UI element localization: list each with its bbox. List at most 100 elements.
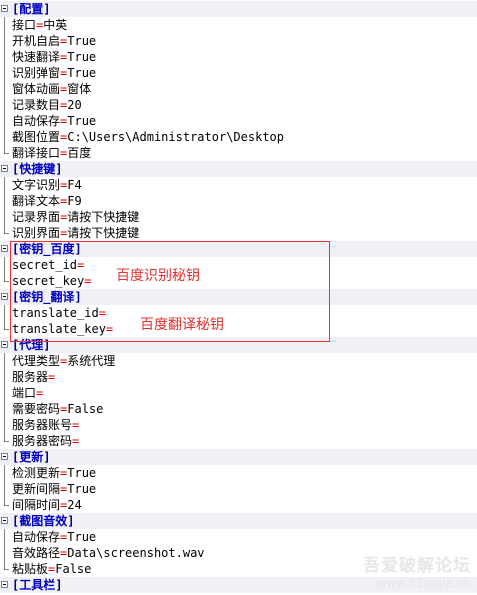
setting-line[interactable]: 截图位置=C:\Users\Administrator\Desktop	[0, 129, 477, 145]
setting-value: 20	[67, 98, 82, 112]
setting-line[interactable]: secret_id=	[0, 257, 477, 273]
setting-line[interactable]: 服务器=	[0, 369, 477, 385]
ini-editor[interactable]: [配置] 接口=中英 开机自启=True 快速翻译=True 识别弹窗=True 窗体动画…	[0, 0, 477, 595]
setting-key: 识别弹窗	[12, 66, 61, 80]
setting-key: 服务器账号	[12, 418, 73, 432]
setting-line[interactable]: 翻译接口=百度	[0, 145, 477, 161]
section-line[interactable]: [快捷键]	[0, 161, 477, 177]
section-line[interactable]: [配置]	[0, 1, 477, 17]
setting-value: 百度	[67, 146, 92, 160]
setting-line[interactable]: 自动保存=True	[0, 529, 477, 545]
setting-line[interactable]: 记录数目=20	[0, 97, 477, 113]
section-line[interactable]: [截图音效]	[0, 513, 477, 529]
setting-value: True	[67, 482, 97, 496]
collapse-toggle-icon[interactable]	[1, 165, 8, 172]
setting-line[interactable]: translate_id=	[0, 305, 477, 321]
setting-entry: 代理类型=系统代理	[12, 353, 115, 369]
fold-line	[4, 369, 5, 385]
close-bracket: ]	[74, 242, 82, 256]
setting-line[interactable]: 检测更新=True	[0, 465, 477, 481]
equals-sign: =	[36, 386, 44, 400]
setting-line[interactable]: 端口=	[0, 385, 477, 401]
setting-value: C:\Users\Administrator\Desktop	[67, 130, 284, 144]
setting-entry: 快速翻译=True	[12, 49, 96, 65]
setting-line[interactable]: 间隔时间=24	[0, 497, 477, 513]
fold-line	[4, 49, 5, 65]
setting-line[interactable]: secret_key=	[0, 273, 477, 289]
setting-line[interactable]: 识别弹窗=True	[0, 65, 477, 81]
fold-end-mark	[4, 281, 9, 282]
setting-value: 请按下快捷键	[67, 226, 140, 240]
section-header: [快捷键]	[12, 161, 62, 177]
setting-key: 端口	[12, 386, 37, 400]
setting-key: 识别界面	[12, 226, 61, 240]
setting-line[interactable]: 识别界面=请按下快捷键	[0, 225, 477, 241]
setting-line[interactable]: 接口=中英	[0, 17, 477, 33]
close-bracket: ]	[67, 514, 75, 528]
equals-sign: =	[72, 418, 80, 432]
collapse-toggle-icon[interactable]	[1, 581, 8, 588]
section-name: 配置	[19, 2, 44, 16]
section-line[interactable]: [密钥_翻译]	[0, 289, 477, 305]
collapse-toggle-icon[interactable]	[1, 517, 8, 524]
setting-value: False	[67, 402, 104, 416]
fold-end-mark	[4, 569, 9, 570]
setting-value: 中英	[43, 18, 68, 32]
setting-line[interactable]: 文字识别=F4	[0, 177, 477, 193]
close-bracket: ]	[43, 338, 51, 352]
fold-end-mark	[4, 329, 9, 330]
fold-line	[4, 129, 5, 145]
setting-line[interactable]: 窗体动画=窗体	[0, 81, 477, 97]
fold-line	[4, 17, 5, 33]
setting-line[interactable]: 服务器密码=	[0, 433, 477, 449]
setting-key: 自动保存	[12, 114, 61, 128]
setting-line[interactable]: 代理类型=系统代理	[0, 353, 477, 369]
setting-line[interactable]: translate_key=	[0, 321, 477, 337]
setting-entry: 服务器=	[12, 369, 55, 385]
setting-line[interactable]: 自动保存=True	[0, 113, 477, 129]
setting-line[interactable]: 快速翻译=True	[0, 49, 477, 65]
fold-line	[4, 81, 5, 97]
collapse-toggle-icon[interactable]	[1, 5, 8, 12]
fold-line	[4, 209, 5, 225]
setting-line[interactable]: 需要密码=False	[0, 401, 477, 417]
setting-line[interactable]: 翻译文本=F9	[0, 193, 477, 209]
equals-sign: =	[84, 274, 92, 288]
fold-line	[4, 545, 5, 561]
setting-value: True	[67, 114, 97, 128]
setting-key: 记录界面	[12, 210, 61, 224]
setting-entry: 开机自启=True	[12, 33, 96, 49]
collapse-toggle-icon[interactable]	[1, 341, 8, 348]
setting-entry: 记录界面=请按下快捷键	[12, 209, 139, 225]
section-header: [更新]	[12, 449, 50, 465]
fold-line	[4, 417, 5, 433]
setting-key: secret_key	[12, 274, 85, 288]
setting-line[interactable]: 开机自启=True	[0, 33, 477, 49]
collapse-toggle-icon[interactable]	[1, 245, 8, 252]
setting-entry: translate_key=	[12, 321, 113, 337]
equals-sign: =	[77, 258, 85, 272]
setting-line[interactable]: 记录界面=请按下快捷键	[0, 209, 477, 225]
fold-line	[4, 113, 5, 129]
setting-line[interactable]: 服务器账号=	[0, 417, 477, 433]
setting-value: F9	[67, 194, 82, 208]
collapse-toggle-icon[interactable]	[1, 453, 8, 460]
section-header: [密钥_翻译]	[12, 289, 82, 305]
setting-value: 24	[67, 498, 82, 512]
section-line[interactable]: [密钥_百度]	[0, 241, 477, 257]
fold-line	[4, 529, 5, 545]
setting-key: 接口	[12, 18, 37, 32]
setting-value: Data\screenshot.wav	[67, 546, 205, 560]
annotation-baidu-ocr: 百度识别秘钥	[116, 268, 200, 284]
section-line[interactable]: [代理]	[0, 337, 477, 353]
setting-entry: secret_id=	[12, 257, 84, 273]
collapse-toggle-icon[interactable]	[1, 293, 8, 300]
setting-key: 开机自启	[12, 34, 61, 48]
setting-key: 更新间隔	[12, 482, 61, 496]
setting-entry: 识别界面=请按下快捷键	[12, 225, 139, 241]
equals-sign: =	[48, 370, 56, 384]
setting-entry: 服务器密码=	[12, 433, 79, 449]
setting-key: 代理类型	[12, 354, 61, 368]
section-line[interactable]: [更新]	[0, 449, 477, 465]
setting-line[interactable]: 更新间隔=True	[0, 481, 477, 497]
